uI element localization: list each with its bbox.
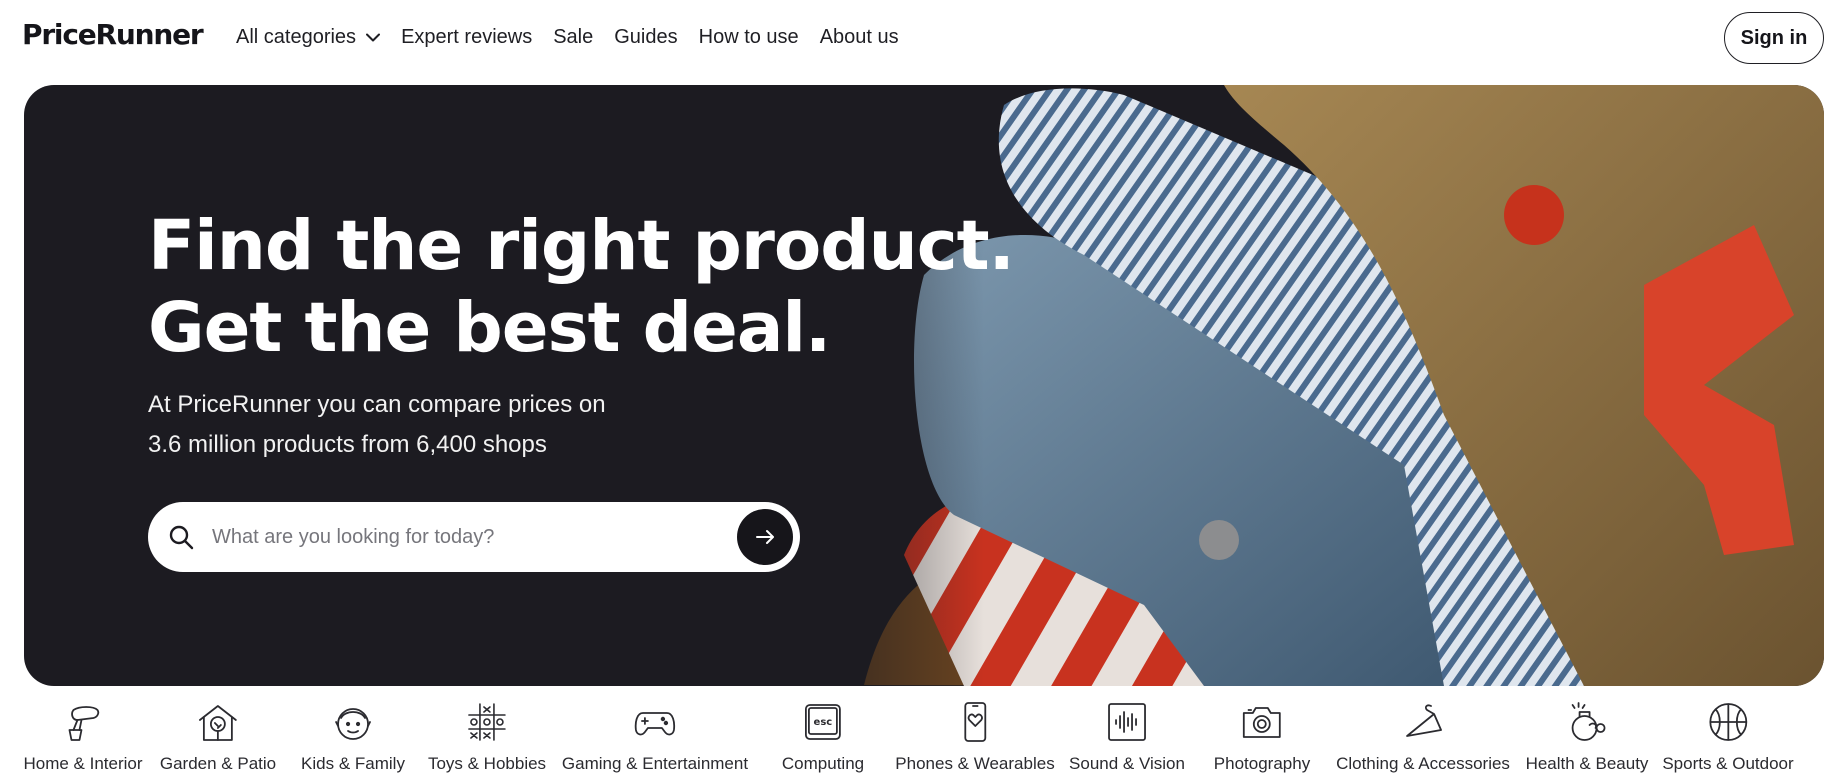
pricerunner-logo[interactable]: PriceRunner — [22, 18, 204, 51]
category-phones-wearables[interactable]: Phones & Wearables — [895, 700, 1055, 774]
nav-about-us[interactable]: About us — [820, 26, 899, 49]
category-sound-vision[interactable]: Sound & Vision — [1069, 700, 1185, 774]
category-label: Garden & Patio — [159, 754, 277, 773]
category-health-beauty[interactable]: Health & Beauty — [1525, 700, 1649, 774]
gamepad-icon — [634, 712, 676, 736]
sign-in-button[interactable]: Sign in — [1724, 12, 1824, 64]
category-photography[interactable]: Photography — [1214, 700, 1310, 774]
category-label: Clothing & Accessories — [1336, 754, 1510, 773]
hero-title-line-1: Find the right product. — [148, 206, 1015, 286]
category-garden-patio[interactable]: Garden & Patio — [160, 700, 276, 774]
camera-icon — [1243, 707, 1281, 738]
chevron-down-icon — [366, 33, 381, 42]
hero-title: Find the right product. Get the best dea… — [148, 205, 1015, 369]
mixer-icon — [68, 706, 99, 741]
category-label: Gaming & Entertainment — [561, 754, 749, 773]
search-icon — [168, 524, 194, 555]
arrow-right-icon — [756, 530, 774, 544]
category-label: Photography — [1213, 754, 1311, 773]
category-kids-family[interactable]: Kids & Family — [301, 700, 405, 774]
search-input[interactable] — [212, 520, 712, 554]
perfume-icon — [1572, 702, 1606, 741]
phone-heart-icon — [964, 702, 986, 742]
child-face-icon — [335, 708, 371, 740]
category-strip: Home & Interior Garden & Patio Kids & Fa… — [0, 700, 1843, 780]
soundwave-icon — [1108, 703, 1146, 741]
basketball-icon — [1709, 703, 1747, 741]
category-label: Home & Interior — [23, 754, 143, 773]
site-header: PriceRunner All categories Expert review… — [0, 0, 1843, 77]
nav-expert-reviews[interactable]: Expert reviews — [401, 26, 532, 49]
category-sports-outdoor[interactable]: Sports & Outdoor — [1662, 700, 1794, 774]
hero-subtitle-line-1: At PriceRunner you can compare prices on — [148, 391, 606, 418]
nav-all-categories-label: All categories — [236, 26, 357, 48]
nav-guides[interactable]: Guides — [614, 26, 677, 49]
tic-tac-toe-icon — [468, 703, 506, 741]
category-toys-hobbies[interactable]: Toys & Hobbies — [428, 700, 546, 774]
category-label: Kids & Family — [301, 754, 405, 773]
nav-all-categories[interactable]: All categories — [236, 26, 381, 49]
category-home-interior[interactable]: Home & Interior — [23, 700, 143, 774]
category-label: Computing — [781, 754, 865, 773]
category-label: Phones & Wearables — [895, 754, 1055, 773]
search-bar — [148, 502, 800, 572]
esc-key-icon: esc — [805, 704, 841, 740]
category-label: Toys & Hobbies — [427, 754, 547, 773]
house-tree-icon — [199, 705, 237, 741]
hanger-icon — [1406, 704, 1442, 737]
category-label: Sports & Outdoor — [1662, 754, 1794, 773]
category-gaming-entertainment[interactable]: Gaming & Entertainment — [562, 700, 748, 774]
hero-subtitle-line-2: 3.6 million products from 6,400 shops — [148, 431, 547, 458]
hero-title-line-2: Get the best deal. — [148, 288, 831, 368]
category-computing[interactable]: esc Computing — [782, 700, 864, 774]
hero-banner: Find the right product. Get the best dea… — [24, 85, 1824, 686]
search-submit-button[interactable] — [737, 509, 793, 565]
category-clothing-accessories[interactable]: Clothing & Accessories — [1336, 700, 1510, 774]
svg-text:esc: esc — [814, 717, 833, 728]
category-label: Health & Beauty — [1525, 754, 1649, 773]
hero-subtitle: At PriceRunner you can compare prices on… — [148, 385, 606, 465]
category-label: Sound & Vision — [1069, 754, 1185, 773]
nav-sale[interactable]: Sale — [553, 26, 593, 49]
nav-how-to-use[interactable]: How to use — [699, 26, 799, 49]
main-nav: All categories Expert reviews Sale Guide… — [236, 26, 920, 49]
